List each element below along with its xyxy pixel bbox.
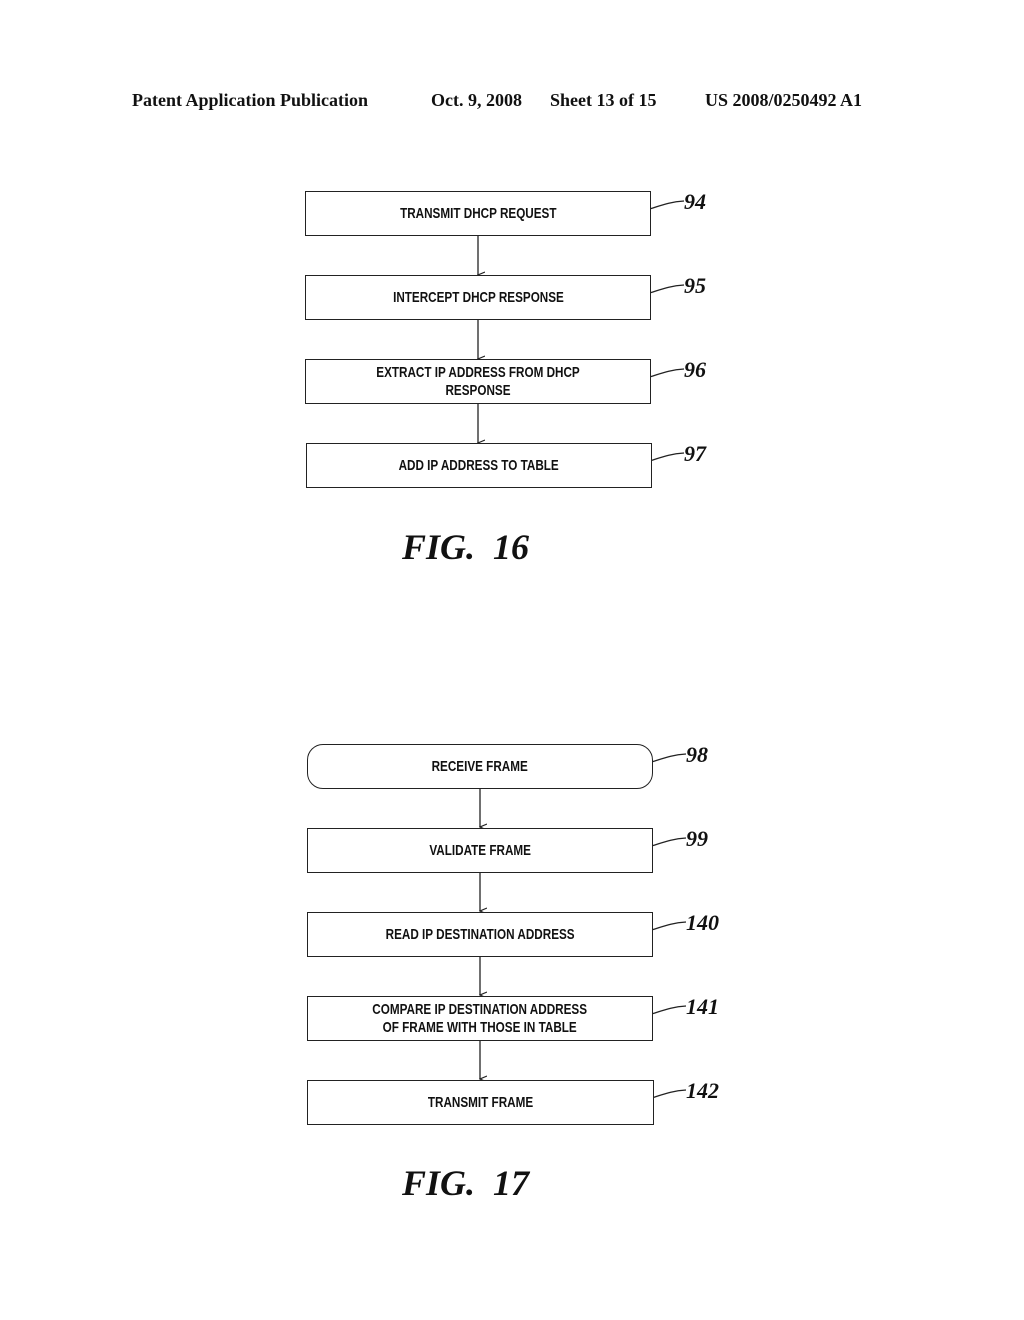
leader-98 — [647, 753, 687, 764]
step-label: INTERCEPT DHCP RESPONSE — [392, 288, 564, 306]
figure-caption: FIG. 17 — [402, 1163, 530, 1203]
reference-numeral: 97 — [684, 441, 706, 466]
step-box-97: ADD IP ADDRESS TO TABLE — [306, 443, 652, 488]
step-label: ADD IP ADDRESS TO TABLE — [398, 456, 560, 474]
step-label: READ IP DESTINATION ADDRESS — [385, 925, 575, 943]
step-box-96: EXTRACT IP ADDRESS FROM DHCP RESPONSE — [305, 359, 651, 404]
reference-numeral: 96 — [684, 357, 706, 382]
step-box-140: READ IP DESTINATION ADDRESS — [307, 912, 653, 957]
step-label: TRANSMIT FRAME — [427, 1093, 534, 1111]
figure-caption: FIG. 16 — [402, 527, 530, 567]
step-box-95: INTERCEPT DHCP RESPONSE — [305, 275, 651, 320]
reference-numeral: 142 — [686, 1078, 719, 1103]
reference-numeral: 99 — [686, 826, 708, 851]
reference-numeral: 141 — [686, 994, 719, 1019]
step-label: COMPARE IP DESTINATION ADDRESS OF FRAME … — [372, 1000, 588, 1036]
leader-96 — [645, 368, 685, 379]
reference-numeral: 140 — [686, 910, 719, 935]
leader-141 — [647, 1005, 687, 1016]
step-box-98: RECEIVE FRAME — [307, 744, 653, 789]
reference-numeral: 95 — [684, 273, 706, 298]
step-label: TRANSMIT DHCP REQUEST — [399, 204, 557, 222]
reference-numeral: 98 — [686, 742, 708, 767]
step-box-142: TRANSMIT FRAME — [307, 1080, 654, 1125]
step-label: EXTRACT IP ADDRESS FROM DHCP RESPONSE — [376, 363, 580, 399]
step-box-94: TRANSMIT DHCP REQUEST — [305, 191, 651, 236]
leader-94 — [645, 200, 685, 211]
leader-140 — [647, 921, 687, 932]
reference-numeral: 94 — [684, 189, 706, 214]
leader-95 — [645, 284, 685, 295]
step-box-99: VALIDATE FRAME — [307, 828, 653, 873]
step-label: RECEIVE FRAME — [431, 757, 529, 775]
leader-99 — [647, 837, 687, 848]
step-box-141: COMPARE IP DESTINATION ADDRESS OF FRAME … — [307, 996, 653, 1041]
step-label: VALIDATE FRAME — [429, 841, 531, 859]
